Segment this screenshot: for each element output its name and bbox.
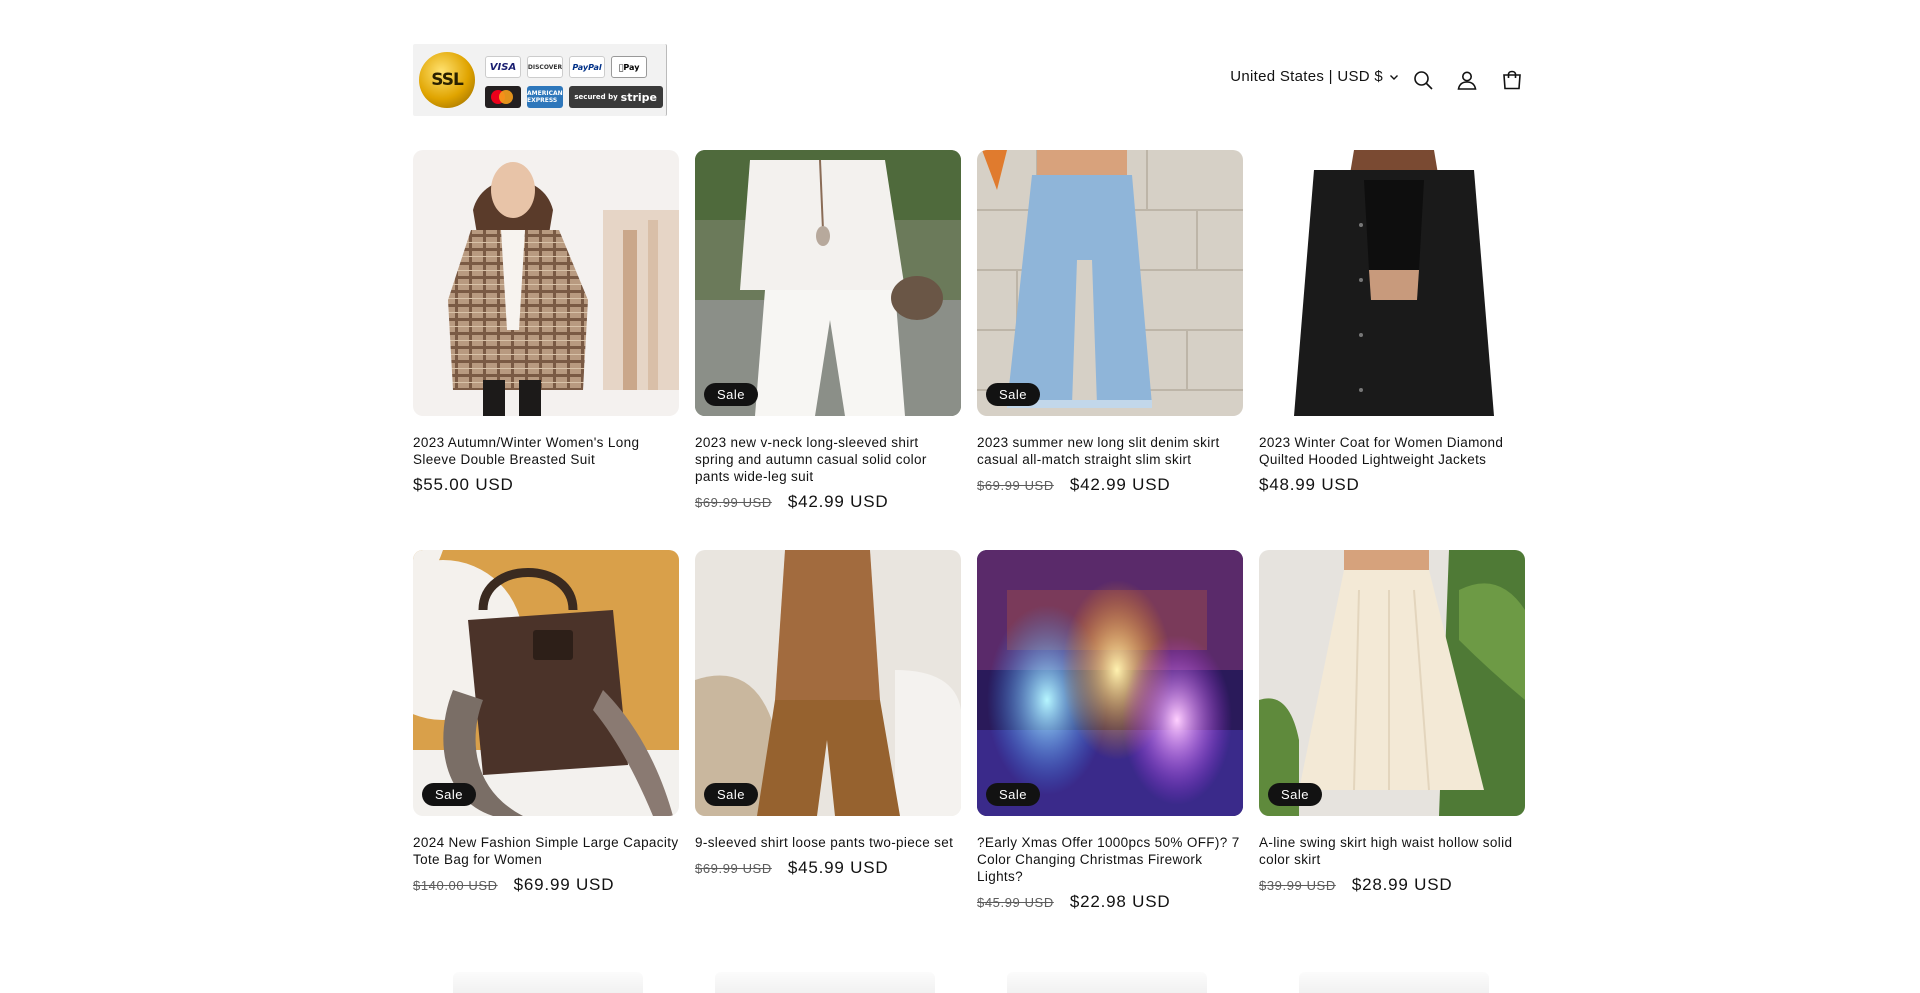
amex-icon: AMERICAN EXPRESS [527,86,563,108]
product-title[interactable]: 2024 New Fashion Simple Large Capacity T… [413,834,679,868]
sale-badge: Sale [704,783,759,806]
country-currency-selector[interactable]: United States | USD $ [1230,68,1399,85]
next-row-preview [695,962,961,993]
price-row: $140.00 USD $69.99 USD [413,875,679,895]
product-card[interactable]: Sale ?Early Xmas Offer 1000pcs 50% OFF)?… [977,550,1243,912]
product-card[interactable]: Sale A-line swing skirt high waist hollo… [1259,550,1525,895]
discover-icon: DISCOVER [527,56,563,78]
sale-badge: Sale [986,783,1041,806]
compare-price: $45.99 USD [977,895,1054,910]
search-button[interactable] [1409,66,1437,94]
compare-price: $69.99 USD [695,495,772,510]
price-row: $69.99 USD $42.99 USD [977,475,1243,495]
sale-price: $28.99 USD [1351,875,1453,894]
product-image[interactable]: Sale [977,550,1243,816]
denim-skirt-photo [977,150,1243,416]
product-title[interactable]: 2023 Winter Coat for Women Diamond Quilt… [1259,434,1525,468]
price-row: $69.99 USD $42.99 USD [695,492,961,512]
sale-price: $45.99 USD [787,858,889,877]
site-header: SSL VISA DISCOVER PayPal Pay AMERICAN E… [413,44,1527,116]
sale-price: $42.99 USD [1069,475,1171,494]
linen-set-photo [695,550,961,816]
firework-lights-photo [977,550,1243,816]
product-title[interactable]: 2023 new v-neck long-sleeved shirt sprin… [695,434,961,485]
white-suit-photo [695,150,961,416]
product-title[interactable]: 2023 Autumn/Winter Women's Long Sleeve D… [413,434,679,468]
price-row: $69.99 USD $45.99 USD [695,858,961,878]
product-card[interactable]: 2023 Autumn/Winter Women's Long Sleeve D… [413,150,679,495]
product-card[interactable]: Sale 2023 new v-neck long-sleeved shirt … [695,150,961,512]
product-card[interactable]: Sale 2023 summer new long slit denim ski… [977,150,1243,495]
product-title[interactable]: 2023 summer new long slit denim skirt ca… [977,434,1243,468]
sale-price: $42.99 USD [787,492,889,511]
cart-button[interactable] [1498,66,1526,94]
price-row: $55.00 USD [413,475,679,495]
product-image[interactable] [413,150,679,416]
product-card[interactable]: 2023 Winter Coat for Women Diamond Quilt… [1259,150,1525,495]
cart-icon [1503,70,1521,90]
quilted-jacket-photo [1259,150,1525,416]
next-row-preview [413,962,679,993]
compare-price: $69.99 USD [695,861,772,876]
product-image[interactable]: Sale [977,150,1243,416]
search-icon [1414,71,1433,90]
product-title[interactable]: 9-sleeved shirt loose pants two-piece se… [695,834,961,851]
price-row: $48.99 USD [1259,475,1525,495]
account-icon [1457,71,1477,90]
sale-badge: Sale [986,383,1041,406]
sale-price: $22.98 USD [1069,892,1171,911]
price-row: $39.99 USD $28.99 USD [1259,875,1525,895]
sale-price: $55.00 USD [413,475,514,494]
aline-skirt-photo [1259,550,1525,816]
stripe-icon: secured by stripe [569,86,663,108]
chevron-down-icon [1390,74,1398,80]
product-image[interactable]: Sale [1259,550,1525,816]
product-image[interactable] [1259,150,1525,416]
visa-icon: VISA [485,56,521,78]
sale-price: $48.99 USD [1259,475,1360,494]
paypal-icon: PayPal [569,56,605,78]
product-card[interactable]: Sale 2024 New Fashion Simple Large Capac… [413,550,679,895]
sale-badge: Sale [704,383,759,406]
product-card[interactable]: Sale 9-sleeved shirt loose pants two-pie… [695,550,961,878]
sale-badge: Sale [422,783,477,806]
price-row: $45.99 USD $22.98 USD [977,892,1243,912]
product-image[interactable]: Sale [413,550,679,816]
product-title[interactable]: A-line swing skirt high waist hollow sol… [1259,834,1525,868]
compare-price: $39.99 USD [1259,878,1336,893]
next-row-preview [977,962,1243,993]
account-button[interactable] [1453,66,1481,94]
apple-pay-icon: Pay [611,56,647,78]
locale-label: United States | USD $ [1230,68,1383,85]
next-row-preview [1259,962,1525,993]
mastercard-icon [485,86,521,108]
payment-security-logo[interactable]: SSL VISA DISCOVER PayPal Pay AMERICAN E… [413,44,667,116]
ssl-seal-icon: SSL [419,52,475,108]
sale-price: $69.99 USD [513,875,615,894]
product-image[interactable]: Sale [695,550,961,816]
compare-price: $140.00 USD [413,878,498,893]
product-image[interactable]: Sale [695,150,961,416]
product-title[interactable]: ?Early Xmas Offer 1000pcs 50% OFF)? 7 Co… [977,834,1243,885]
tote-bag-photo [413,550,679,816]
sale-badge: Sale [1268,783,1323,806]
plaid-suit-photo [413,150,679,416]
compare-price: $69.99 USD [977,478,1054,493]
